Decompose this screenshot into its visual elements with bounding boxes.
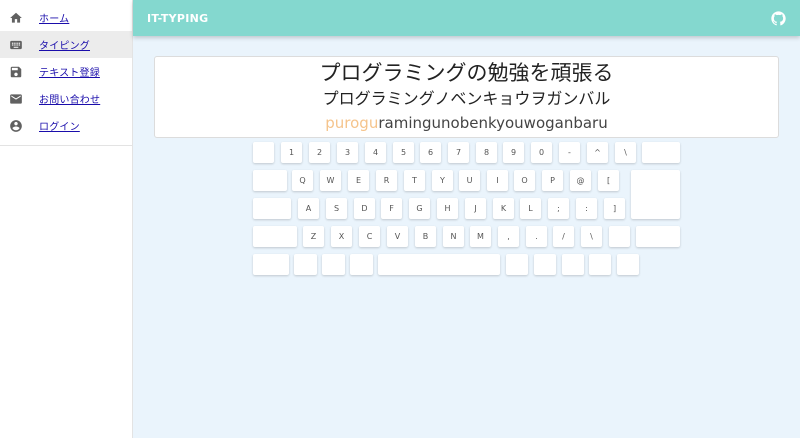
key-U: U [459,170,480,191]
key-/: / [553,226,574,247]
sidebar-item-label[interactable]: テキスト登録 [39,64,100,79]
key-1: 1 [281,142,302,163]
key-B: B [415,226,436,247]
question-japanese: プログラミングの勉強を頑張る [319,61,614,85]
key-F: F [381,198,402,219]
sidebar-item-home[interactable]: ホーム [0,4,132,31]
key-^: ^ [587,142,608,163]
key-:: : [576,198,597,219]
key-]: ] [604,198,625,219]
github-icon[interactable] [770,10,786,26]
key-M: M [470,226,491,247]
key-blank [253,142,274,163]
typing-question-card: プログラミングの勉強を頑張る プログラミングノベンキョウヲガンバル purogu… [154,56,779,138]
key-blank [378,254,500,275]
key-Y: Y [432,170,453,191]
app-title: IT-TYPING [147,11,209,25]
key-blank [642,142,680,163]
question-kana: プログラミングノベンキョウヲガンバル [322,89,611,108]
key-blank [609,226,630,247]
key-blank [506,254,528,275]
key-blank [322,254,345,275]
key-blank [617,254,639,275]
sidebar-nav: ホーム タイピング テキスト登録 お問い合わせ ログイン [0,0,132,146]
question-romaji: puroguramingunobenkyouwoganbaru [155,112,778,134]
key-blank [636,226,680,247]
key-Z: Z [303,226,324,247]
key-X: X [331,226,352,247]
sidebar-item-label[interactable]: ホーム [39,10,69,25]
sidebar-item-label[interactable]: ログイン [39,118,80,133]
key-T: T [404,170,425,191]
key-blank [589,254,611,275]
mail-icon [8,91,24,107]
key-S: S [326,198,347,219]
key-Q: Q [292,170,313,191]
key-@: @ [570,170,591,191]
key-L: L [520,198,541,219]
app-header: IT-TYPING [133,0,800,36]
key-blank [253,254,289,275]
key-8: 8 [476,142,497,163]
sidebar-item-label[interactable]: タイピング [39,37,90,52]
key-J: J [465,198,486,219]
key-C: C [359,226,380,247]
sidebar: ホーム タイピング テキスト登録 お問い合わせ ログイン [0,0,133,438]
sidebar-item-typing[interactable]: タイピング [0,31,132,58]
key-blank [253,198,291,219]
key-7: 7 [448,142,469,163]
sidebar-item-label[interactable]: お問い合わせ [39,91,100,106]
key-I: I [487,170,508,191]
key-V: V [387,226,408,247]
key--: - [559,142,580,163]
key-P: P [542,170,563,191]
key-O: O [514,170,535,191]
key-9: 9 [503,142,524,163]
key-blank [631,170,680,219]
save-icon [8,64,24,80]
key-3: 3 [337,142,358,163]
sidebar-item-login[interactable]: ログイン [0,112,132,139]
key-D: D [354,198,375,219]
key-[: [ [598,170,619,191]
key-4: 4 [365,142,386,163]
key-.: . [526,226,547,247]
key-blank [562,254,584,275]
key-blank [534,254,556,275]
key-2: 2 [309,142,330,163]
key-E: E [348,170,369,191]
keyboard-icon [8,37,24,53]
sidebar-item-contact[interactable]: お問い合わせ [0,85,132,112]
key-blank [253,226,297,247]
key-A: A [298,198,319,219]
key-G: G [409,198,430,219]
key-5: 5 [393,142,414,163]
home-icon [8,10,24,26]
sidebar-item-text-register[interactable]: テキスト登録 [0,58,132,85]
key-6: 6 [420,142,441,163]
romaji-typed: purogu [325,114,379,132]
key-;: ; [548,198,569,219]
key-N: N [443,226,464,247]
key-\: \ [615,142,636,163]
key-H: H [437,198,458,219]
key-,: , [498,226,519,247]
key-blank [350,254,373,275]
key-R: R [376,170,397,191]
key-blank [253,170,287,191]
key-K: K [493,198,514,219]
key-W: W [320,170,341,191]
account-icon [8,118,24,134]
romaji-remaining: ramingunobenkyouwoganbaru [378,114,608,132]
key-0: 0 [531,142,552,163]
key-\: \ [581,226,602,247]
key-blank [294,254,317,275]
